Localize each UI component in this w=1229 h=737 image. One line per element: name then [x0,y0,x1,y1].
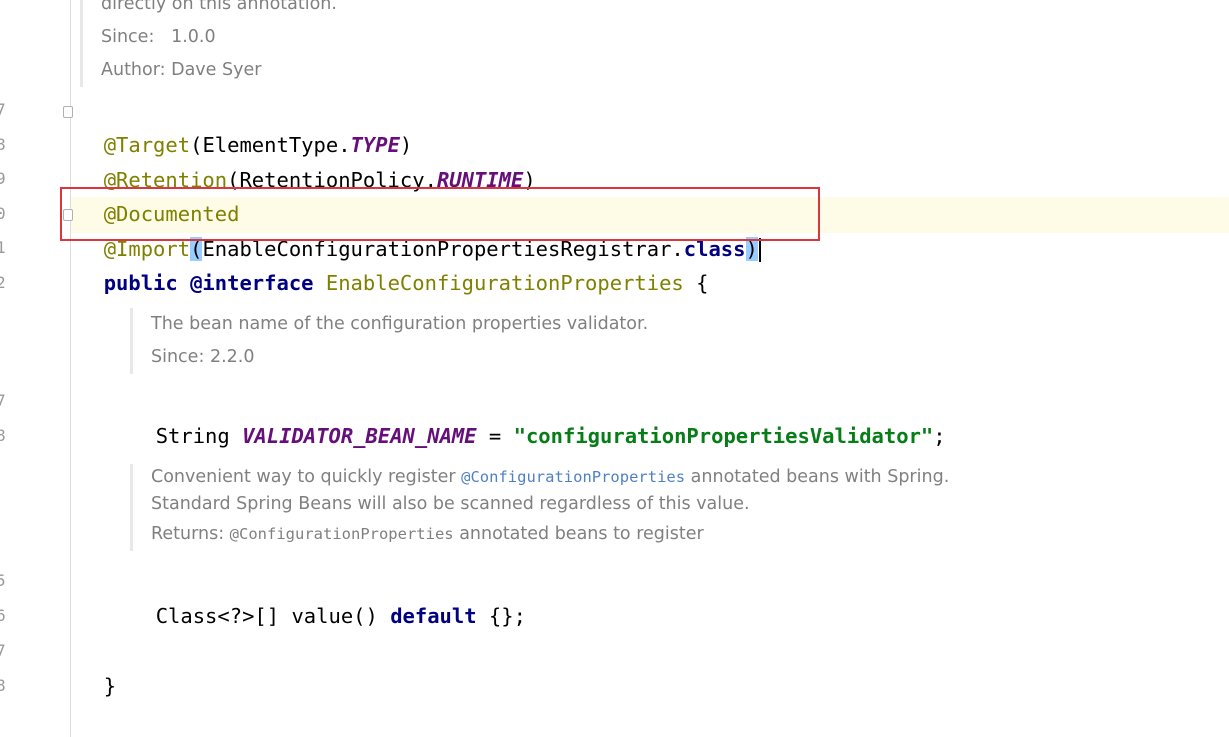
doc-author: Author: Dave Syer [101,54,337,87]
rendered-javadoc-class: directly on this annotation. Since: 1.0.… [80,0,337,87]
doc-since-label: Since: [151,347,205,367]
interface-name: EnableConfigurationProperties [325,271,684,295]
rendered-javadoc-value: Convenient way to quickly register @Conf… [130,464,949,551]
doc-link-configuration-properties[interactable]: @ConfigurationProperties [461,468,685,486]
line-number: 2 [0,273,6,292]
doc-text: Convenient way to quickly register @Conf… [151,467,950,487]
line-number: 7 [0,641,6,660]
doc-author-value: Dave Syer [171,60,262,80]
doc-since: Since: 2.2.0 [151,341,648,374]
text-cursor [758,238,761,262]
string-literal: "configurationPropertiesValidator" [513,424,934,448]
line-number: 7 [0,100,6,119]
doc-text: Standard Spring Beans will also be scann… [151,494,750,514]
code-line-retention[interactable]: @Retention(RetentionPolicy.RUNTIME) [79,129,536,192]
line-number: 8 [0,135,6,154]
doc-text: directly on this annotation. [101,0,337,14]
doc-since: Since: 1.0.0 [101,21,337,54]
doc-text: The bean name of the configuration prope… [151,314,649,334]
code-line-close-brace[interactable]: } [79,635,116,698]
doc-returns-code: @ConfigurationProperties [229,525,454,543]
keyword-default: default [390,604,477,628]
line-number: 9 [0,169,6,188]
rendered-javadoc-validator: The bean name of the configuration prope… [130,308,648,374]
doc-returns: Returns: @ConfigurationProperties annota… [151,524,704,544]
code-line-method[interactable]: Class<?>[] value() default {}; [131,565,526,628]
line-number: 8 [0,676,6,695]
doc-returns-label: Returns: [151,524,225,544]
keyword-public: public [103,271,178,295]
code-line-target[interactable]: @Target(ElementType.TYPE) [79,94,413,157]
line-number: 6 [0,606,6,625]
doc-since-value: 1.0.0 [171,27,216,47]
line-number-gutter[interactable]: 7 8 9 0 1 2 7 8 5 6 7 8 [0,0,71,737]
keyword-interface: @interface [190,271,314,295]
doc-since-label: Since: [101,27,155,47]
line-number: 0 [0,204,6,223]
red-annotation-box [60,187,820,241]
line-number: 8 [0,426,6,445]
line-number: 5 [0,571,6,590]
code-line-field[interactable]: String VALIDATOR_BEAN_NAME = "configurat… [131,385,946,448]
line-number: 7 [0,391,6,410]
doc-since-value: 2.2.0 [209,347,255,367]
doc-author-label: Author: [101,60,166,80]
line-number: 1 [0,238,6,257]
constant-validator-bean-name: VALIDATOR_BEAN_NAME [242,424,477,448]
fold-toggle-icon[interactable] [63,106,73,118]
